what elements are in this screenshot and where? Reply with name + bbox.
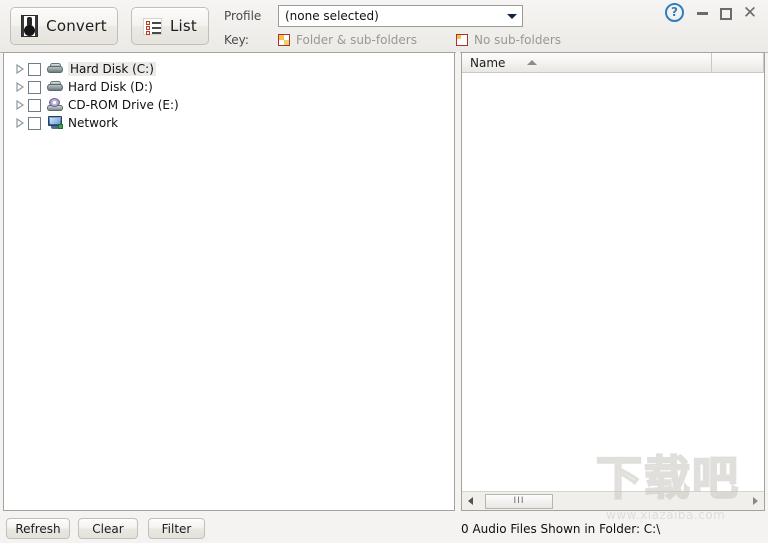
- clear-button[interactable]: Clear: [78, 518, 138, 539]
- help-icon[interactable]: ?: [665, 3, 684, 22]
- expand-triangle-icon[interactable]: [14, 116, 28, 130]
- expand-triangle-icon[interactable]: [14, 80, 28, 94]
- key-folder-and-subfolders: Folder & sub-folders: [278, 33, 417, 47]
- profile-dropdown[interactable]: (none selected): [278, 5, 523, 27]
- scrollbar-track[interactable]: III: [479, 493, 747, 510]
- file-list-panel[interactable]: Name III: [461, 52, 765, 511]
- scroll-left-arrow-icon[interactable]: [462, 493, 479, 510]
- profile-label: Profile: [224, 9, 262, 23]
- scroll-right-arrow-icon[interactable]: [747, 493, 764, 510]
- minimize-button[interactable]: [692, 3, 712, 23]
- key-no-subfolders: No sub-folders: [456, 33, 561, 47]
- column-header-name[interactable]: Name: [462, 53, 712, 72]
- expand-triangle-icon[interactable]: [14, 62, 28, 76]
- key-folder-and-subfolders-label: Folder & sub-folders: [296, 33, 417, 47]
- tree-item-label: CD-ROM Drive (E:): [68, 98, 179, 112]
- tree-item-hard-disk-c[interactable]: Hard Disk (C:): [4, 60, 454, 78]
- network-icon: [46, 115, 64, 131]
- filter-button[interactable]: Filter: [148, 518, 205, 539]
- no-subfolders-swatch-icon: [456, 34, 468, 46]
- key-label: Key:: [224, 33, 249, 47]
- tree-item-hard-disk-d[interactable]: Hard Disk (D:): [4, 78, 454, 96]
- folder-tree-panel[interactable]: Hard Disk (C:) Hard Disk (D:) CD-ROM Dri…: [3, 52, 455, 511]
- expand-triangle-icon[interactable]: [14, 98, 28, 112]
- folder-subfolders-swatch-icon: [278, 34, 290, 46]
- key-no-subfolders-label: No sub-folders: [474, 33, 562, 47]
- convert-button[interactable]: Convert: [10, 7, 118, 45]
- file-list-horizontal-scrollbar[interactable]: III: [462, 491, 764, 510]
- file-list-header: Name: [462, 53, 764, 73]
- maximize-button[interactable]: [716, 3, 736, 23]
- scrollbar-thumb[interactable]: III: [485, 493, 553, 509]
- column-header-spacer: [712, 53, 764, 72]
- tree-item-checkbox[interactable]: [28, 62, 41, 76]
- bottom-bar: Refresh Clear Filter 0 Audio Files Shown…: [0, 514, 768, 543]
- file-list-body[interactable]: [462, 73, 764, 488]
- tree-item-checkbox[interactable]: [28, 80, 41, 94]
- top-toolbar: Convert List Profile Key: (none selected…: [0, 0, 768, 53]
- tree-item-cd-rom-e[interactable]: CD-ROM Drive (E:): [4, 96, 454, 114]
- panel-splitter[interactable]: [456, 52, 460, 511]
- close-button[interactable]: ✕: [740, 3, 760, 23]
- tree-item-label: Hard Disk (D:): [68, 80, 153, 94]
- tree-item-checkbox[interactable]: [28, 98, 41, 112]
- application-window: Convert List Profile Key: (none selected…: [0, 0, 768, 543]
- tree-item-label: Network: [68, 116, 119, 130]
- checklist-icon: [142, 17, 162, 35]
- hard-disk-icon: [46, 61, 64, 77]
- list-button[interactable]: List: [131, 7, 209, 45]
- status-bar-text: 0 Audio Files Shown in Folder: C:\: [461, 522, 661, 536]
- hard-disk-icon: [46, 79, 64, 95]
- tree-item-label: Hard Disk (C:): [68, 62, 156, 76]
- chevron-down-icon[interactable]: [502, 14, 522, 19]
- scrollbar-grip: III: [513, 496, 525, 506]
- column-header-name-label: Name: [470, 55, 506, 70]
- convert-button-label: Convert: [46, 17, 107, 35]
- tree-item-checkbox[interactable]: [28, 116, 41, 130]
- profile-dropdown-value: (none selected): [285, 9, 379, 23]
- list-button-label: List: [169, 17, 198, 35]
- cd-rom-icon: [46, 97, 64, 113]
- sort-ascending-icon: [527, 60, 538, 65]
- microphone-icon: [21, 15, 39, 37]
- tree-item-network[interactable]: Network: [4, 114, 454, 132]
- refresh-button[interactable]: Refresh: [6, 518, 70, 539]
